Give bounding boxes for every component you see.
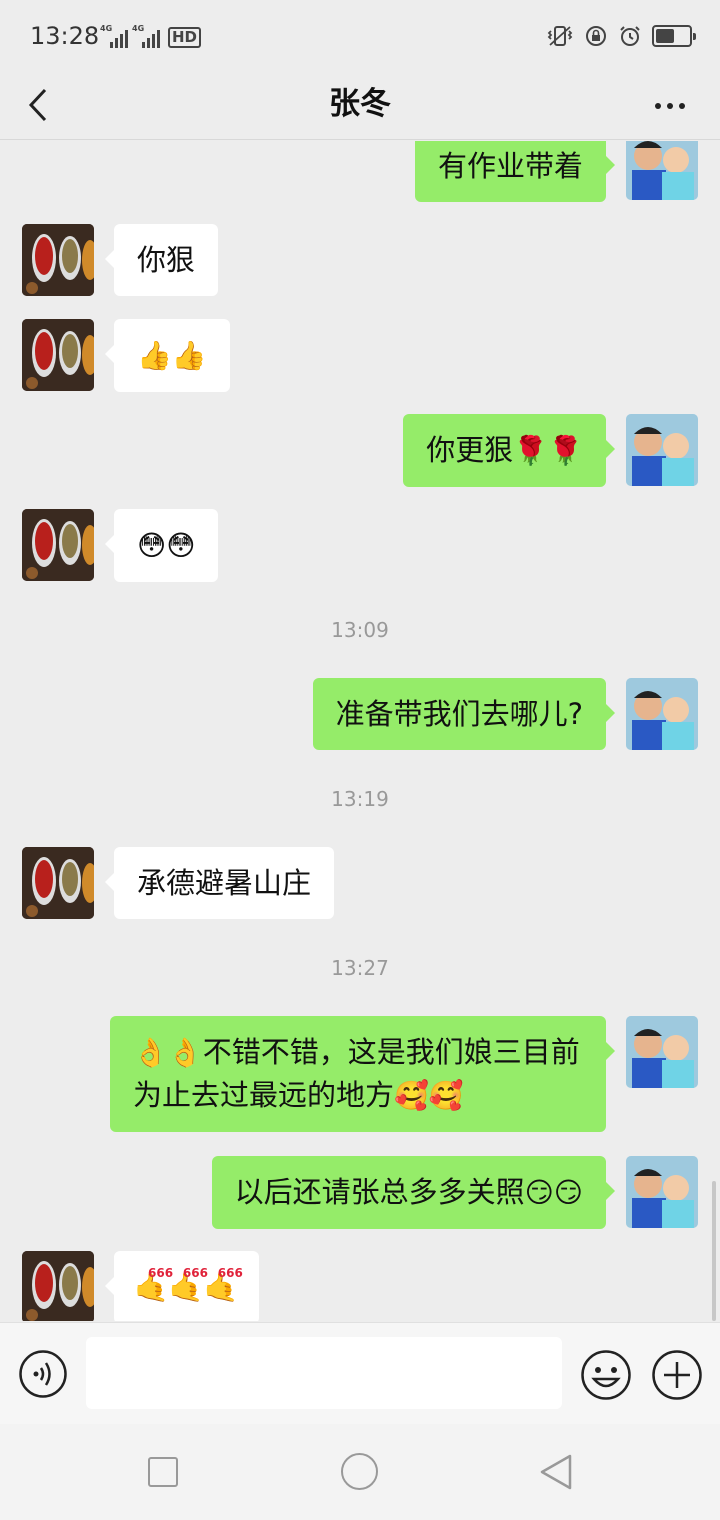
timestamp: 13:09 [331,618,389,642]
lock-rotation-icon [586,26,606,46]
more-options-button[interactable] [648,86,692,126]
voice-button[interactable] [18,1349,68,1399]
message-row: 以后还请张总多多关照😏😏 [0,1156,720,1230]
recent-apps-button[interactable] [148,1457,178,1487]
message-row: 有作业带着 [0,141,720,211]
status-time: 13:28 [30,22,100,50]
my-avatar[interactable] [626,141,698,200]
message-text: 以后还请张总多多关照 [234,1175,525,1209]
signal-icon: 4G [100,24,128,48]
flushed-face-icon: 😳 [166,529,196,562]
battery-icon [652,25,696,47]
message-text: 有作业带着 [437,149,583,183]
home-button[interactable] [341,1453,378,1490]
thumbs-up-icon: 👍 [137,339,172,372]
message-bubble[interactable]: 有作业带着 [414,141,616,202]
more-dots-icon [667,103,673,109]
plus-button[interactable] [651,1349,703,1401]
timestamp: 13:19 [331,787,389,811]
message-row: 😳😳 [0,509,720,583]
message-bubble[interactable]: 准备带我们去哪儿? [312,678,616,750]
message-text: 你更狠 [426,433,514,467]
network-indicators: 4G 4G HD [100,24,202,48]
chat-title: 张冬 [329,86,391,122]
alarm-icon [620,26,640,46]
my-avatar[interactable] [626,1156,698,1228]
my-avatar[interactable] [626,414,698,486]
message-row: 👍👍 [0,319,720,393]
smirk-face-icon: 😏 [524,1176,554,1209]
message-bubble[interactable]: 你更狠🌹🌹 [403,414,615,487]
contact-avatar[interactable] [22,319,94,391]
timestamp: 13:27 [331,956,389,980]
scrollbar-thumb[interactable] [712,1181,716,1321]
network-type-1: 4G [100,24,113,33]
message-row: 👌👌不错不错，这是我们娘三目前为止去过最远的地方🥰🥰 [0,1016,720,1134]
message-input[interactable] [86,1337,562,1409]
emoji-caption: 666 [217,1266,243,1280]
network-type-2: 4G [132,24,145,33]
flushed-face-icon: 😳 [137,529,167,562]
contact-avatar[interactable] [22,1251,94,1321]
ok-hand-icon: 👌 [167,1036,203,1069]
message-text: 准备带我们去哪儿? [335,697,583,731]
rose-icon: 🌹 [513,434,549,467]
vibrate-icon [547,26,573,46]
message-text: 你狠 [137,243,196,277]
system-back-button[interactable] [538,1452,574,1492]
more-dots-icon [679,103,685,109]
message-row: 准备带我们去哪儿? [0,678,720,752]
rose-icon: 🌹 [548,434,583,467]
input-bar [0,1322,720,1424]
status-bar: 13:28 4G 4G HD [0,0,720,72]
my-avatar[interactable] [626,678,698,750]
system-icons [546,24,696,48]
message-text: 承德避暑山庄 [137,866,312,900]
message-bubble[interactable]: 以后还请张总多多关照😏😏 [211,1156,616,1229]
back-triangle-icon [540,1454,572,1490]
message-bubble[interactable]: 😳😳 [104,509,219,582]
contact-avatar[interactable] [22,224,94,296]
message-row: 承德避暑山庄 [0,847,720,921]
more-dots-icon [655,103,661,109]
message-list[interactable]: 有作业带着 你狠 👍👍 你更狠🌹🌹 😳😳 13:09 准备带我们去哪儿? 13:… [0,141,720,1321]
my-avatar[interactable] [626,1016,698,1088]
emoji-button[interactable] [580,1349,632,1401]
message-bubble[interactable]: 666 🤙 666 🤙 666 🤙 [105,1251,259,1321]
signal-icon: 4G [132,24,160,48]
ok-hand-icon: 👌 [133,1036,168,1069]
voice-icon [19,1350,67,1398]
smiley-icon [581,1350,631,1400]
smirk-face-icon: 😏 [553,1176,583,1209]
battery-level [656,29,674,43]
message-row: 你更狠🌹🌹 [0,414,720,488]
thumbs-up-icon: 👍 [171,339,207,372]
message-row: 你狠 [0,224,720,298]
message-bubble[interactable]: 承德避暑山庄 [104,847,335,919]
contact-avatar[interactable] [22,847,94,919]
chat-header: 张冬 [0,72,720,140]
system-nav-bar [0,1424,720,1520]
message-bubble[interactable]: 👌👌不错不错，这是我们娘三目前为止去过最远的地方🥰🥰 [110,1016,615,1132]
message-bubble[interactable]: 👍👍 [105,319,230,392]
blush-face-icon: 🥰 [428,1079,464,1112]
message-row: 666 🤙 666 🤙 666 🤙 [0,1251,720,1321]
message-bubble[interactable]: 你狠 [104,224,219,296]
contact-avatar[interactable] [22,509,94,581]
plus-icon [652,1350,702,1400]
blush-face-icon: 🥰 [394,1079,429,1112]
hd-badge: HD [168,27,202,48]
